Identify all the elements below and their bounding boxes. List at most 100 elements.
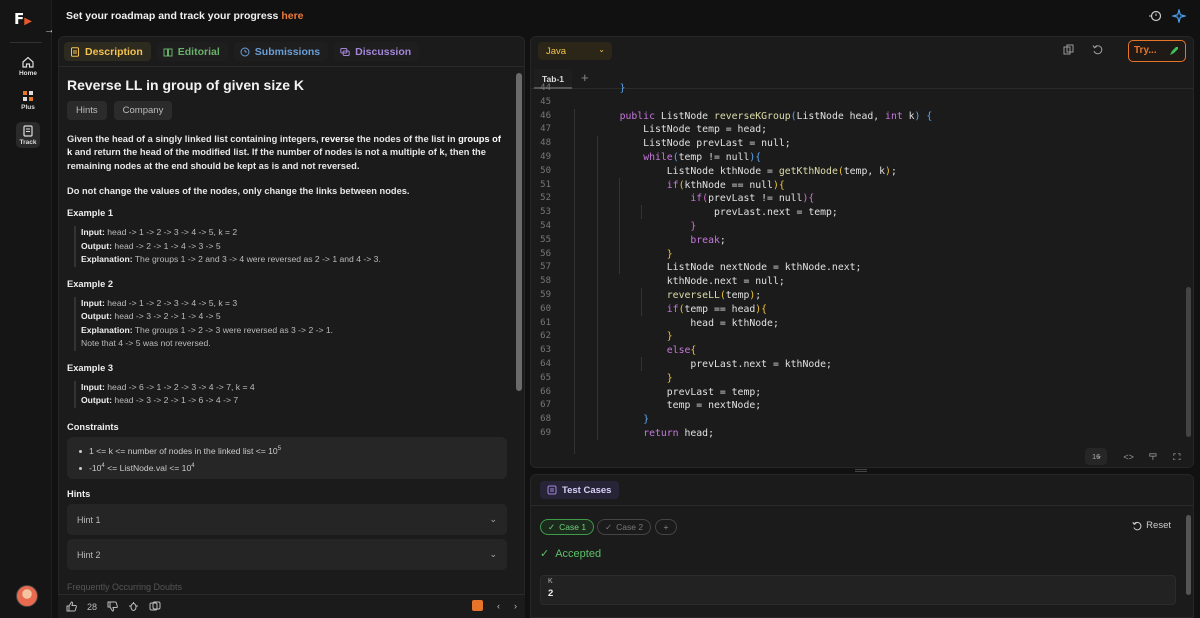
status-badge: ✓ Accepted	[540, 547, 601, 561]
rail-item-home[interactable]: Home	[14, 56, 42, 84]
label: Input:	[81, 381, 105, 392]
line-number: 52	[540, 193, 551, 204]
copy-icon[interactable]	[1063, 44, 1074, 55]
line-number: 69	[540, 428, 551, 438]
code-line[interactable]: 67 temp = nextNode;	[531, 399, 1193, 413]
k-value: 2	[548, 588, 554, 599]
try-button[interactable]: Try...	[1128, 40, 1186, 62]
code-line[interactable]: 62 }	[531, 330, 1193, 344]
example-body: Input: head -> 6 -> 1 -> 2 -> 3 -> 4 -> …	[74, 380, 507, 408]
code-line[interactable]: 57 ListNode nextNode = kthNode.next;	[531, 261, 1193, 275]
thumbs-up-icon[interactable]	[66, 601, 77, 612]
code-line[interactable]: 69 return head;	[531, 427, 1193, 441]
code-line[interactable]: 52 if(prevLast != null){	[531, 192, 1193, 206]
font-size-select[interactable]: 16 ⌄	[1085, 448, 1108, 465]
case-1-chip[interactable]: ✓ Case 1	[540, 519, 595, 535]
language-select[interactable]: Java ⌄	[538, 42, 612, 60]
label: Explanation:	[81, 254, 133, 265]
code-line[interactable]: 63 else{	[531, 344, 1193, 358]
tab-discussion[interactable]: Discussion	[334, 42, 420, 61]
scrollbar-thumb[interactable]	[516, 73, 522, 391]
timer-icon[interactable]	[1148, 9, 1162, 23]
tab-label: Description	[85, 45, 143, 58]
editor-scrollbar[interactable]	[1186, 287, 1191, 437]
paint-brush-icon[interactable]	[1149, 452, 1157, 461]
tests-scrollbar[interactable]	[1186, 515, 1191, 595]
panel-splitter[interactable]	[855, 469, 867, 472]
code-line[interactable]: 68 }	[531, 413, 1193, 427]
rail-label: Home	[18, 70, 38, 77]
rail-item-plus[interactable]: Plus	[14, 90, 42, 118]
case-label: Case 1	[559, 522, 587, 532]
problem-tabs: Description Editorial Submissions Discus…	[59, 37, 524, 67]
code-line[interactable]: 56 }	[531, 248, 1193, 262]
example-heading: Example 2	[67, 278, 113, 289]
code-line[interactable]: 44 }	[531, 82, 1193, 96]
bug-icon[interactable]	[128, 601, 139, 612]
description-scrollbar[interactable]	[516, 68, 522, 588]
roadmap-link[interactable]: here	[281, 10, 303, 22]
logo[interactable]: F▶	[14, 10, 38, 28]
code-line[interactable]: 58 kthNode.next = null;	[531, 275, 1193, 289]
sparkle-icon[interactable]	[1172, 9, 1186, 23]
code-brackets-icon[interactable]: <>	[1123, 452, 1134, 462]
code-text: if(kthNode == null){	[666, 179, 785, 191]
prev-arrow-icon[interactable]: ‹	[497, 601, 500, 611]
code-text: prevLast.next = temp;	[596, 207, 838, 219]
line-number: 48	[540, 138, 551, 149]
code-line[interactable]: 47 ListNode temp = head;	[531, 123, 1193, 137]
bookmark-icon[interactable]	[472, 600, 483, 611]
reset-button[interactable]: Reset	[1132, 520, 1171, 531]
company-pill[interactable]: Company	[113, 101, 173, 120]
code-line[interactable]: 61 head = kthNode;	[531, 317, 1193, 331]
code-line[interactable]: 59 reverseLL(temp);	[531, 289, 1193, 303]
test-cases-tab[interactable]: Test Cases	[540, 481, 620, 499]
avatar[interactable]	[16, 585, 38, 607]
line-number: 58	[540, 276, 551, 287]
fullscreen-icon[interactable]	[1173, 452, 1181, 461]
reset-icon[interactable]	[1092, 44, 1103, 55]
code-line[interactable]: 64 prevLast.next = kthNode;	[531, 358, 1193, 372]
code-line[interactable]: 46 public ListNode reverseKGroup(ListNod…	[531, 110, 1193, 124]
add-case-button[interactable]: +	[655, 519, 677, 535]
tab-description[interactable]: Description	[64, 42, 151, 61]
code-area[interactable]: 44 } 45 46 public ListNode reverseKGroup(L…	[531, 83, 1193, 454]
superscript: 5	[277, 445, 282, 452]
code-text: }	[690, 221, 697, 232]
code-line[interactable]: 45	[531, 96, 1193, 110]
code-line[interactable]: 55 break;	[531, 234, 1193, 248]
chevron-down-icon: ⌄	[1096, 451, 1103, 460]
value: head -> 1 -> 2 -> 3 -> 4 -> 5, k = 3	[104, 297, 238, 308]
share-icon[interactable]	[149, 601, 161, 612]
code-line[interactable]: 66 prevLast = temp;	[531, 386, 1193, 400]
code-line[interactable]: 48 ListNode prevLast = null;	[531, 137, 1193, 151]
next-arrow-icon[interactable]: ›	[514, 601, 517, 611]
bullet-dot	[79, 466, 82, 470]
rail-item-track[interactable]: Track	[16, 122, 40, 148]
code-text: return head;	[643, 428, 714, 439]
example-body: Input: head -> 1 -> 2 -> 3 -> 4 -> 5, k …	[74, 296, 507, 351]
code-text: }	[666, 331, 673, 343]
tab-label: Editorial	[177, 45, 220, 58]
left-rail: F▶ → Home Plus Track	[0, 0, 55, 618]
hint-1-accordion[interactable]: Hint 1 ⌄	[67, 504, 507, 536]
code-line[interactable]: 60 if(temp == head){	[531, 303, 1193, 317]
hints-pill[interactable]: Hints	[67, 101, 107, 120]
value: head -> 6 -> 1 -> 2 -> 3 -> 4 -> 7, k = …	[104, 381, 255, 392]
case-2-chip[interactable]: ✓ Case 2	[597, 519, 652, 535]
tab-submissions[interactable]: Submissions	[233, 42, 329, 61]
line-number: 57	[540, 262, 551, 273]
check-icon: ✓	[605, 521, 613, 532]
code-line[interactable]: 65 }	[531, 372, 1193, 386]
code-line[interactable]: 53 prevLast.next = temp;	[531, 206, 1193, 220]
tab-editorial[interactable]: Editorial	[156, 42, 228, 61]
code-line[interactable]: 51 if(kthNode == null){	[531, 179, 1193, 193]
code-line[interactable]: 49 while(temp != null){	[531, 151, 1193, 165]
hint-2-accordion[interactable]: Hint 2 ⌄	[67, 539, 507, 571]
thumbs-down-icon[interactable]	[107, 601, 118, 612]
code-line[interactable]: 54 }	[531, 220, 1193, 234]
code-line[interactable]: 50 ListNode kthNode = getKthNode(temp, k…	[531, 165, 1193, 179]
bullet-dot	[79, 449, 82, 453]
value: The groups 1 -> 2 and 3 -> 4 were revers…	[132, 254, 381, 265]
indent-guide	[619, 177, 620, 275]
